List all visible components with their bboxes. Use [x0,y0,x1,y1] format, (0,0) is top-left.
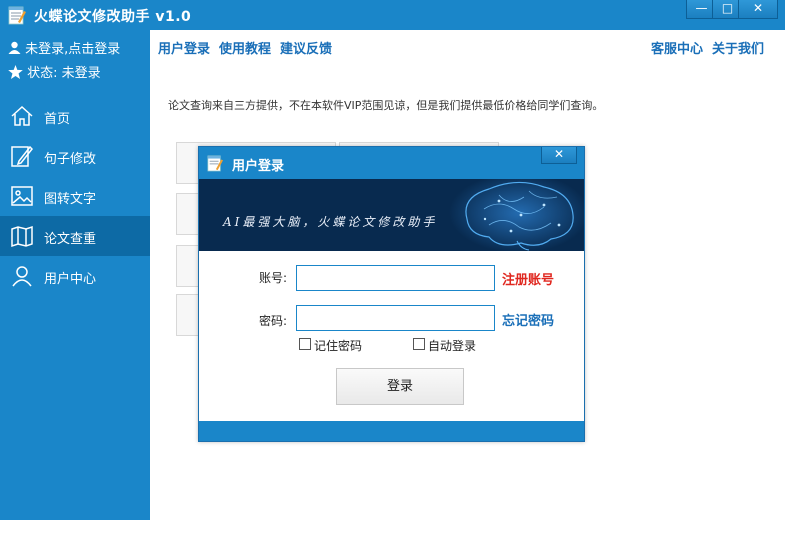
account-input[interactable] [296,265,495,291]
login-status-text: 未登录,点击登录 [25,42,121,57]
nav-label-image-to-text: 图转文字 [44,192,97,207]
link-user-login[interactable]: 用户登录 [158,42,210,57]
top-links-left: 用户登录 使用教程 建议反馈 [158,38,341,57]
notepad-icon [207,155,223,172]
login-button[interactable]: 登录 [336,368,464,405]
password-label: 密码: [259,314,288,328]
nav-item-home[interactable]: 首页 [0,96,150,136]
title-bar: 火蝶论文修改助手 v1.0 — □ ✕ [0,0,785,30]
notice-text: 论文查询来自三方提供，不在本软件VIP范围见谅，但是我们提供最低价格给同学们查询… [168,99,604,112]
nav-label-plagiarism-check: 论文查重 [44,232,97,247]
top-links-right: 客服中心 关于我们 [651,38,773,57]
state-line: 状态: 未登录 [8,62,101,81]
user-icon [8,41,21,54]
brain-banner: AI最强大脑，火蝶论文修改助手 [199,179,584,251]
account-label: 账号: [259,271,288,285]
link-about-us[interactable]: 关于我们 [712,42,764,57]
close-button[interactable]: ✕ [738,0,778,19]
map-icon [11,225,33,248]
login-dialog: 用户登录 ✕ AI最强大脑，火蝶论文修改助手 账号: 注册账号 密码: 忘记密码… [198,146,585,442]
dialog-close-button[interactable]: ✕ [541,147,577,164]
home-icon [11,105,33,126]
state-text: 状态: 未登录 [27,66,101,81]
login-status-link[interactable]: 未登录,点击登录 [8,38,120,57]
forgot-password-link[interactable]: 忘记密码 [502,310,554,329]
image-icon [11,186,33,206]
nav-item-sentence-edit[interactable]: 句子修改 [0,136,150,176]
app-window: 火蝶论文修改助手 v1.0 — □ ✕ 未登录,点击登录 状态: 未登录 首页 [0,0,785,540]
sidebar: 未登录,点击登录 状态: 未登录 首页 句子修改 图转文字 论文查重 用户中心 [0,30,150,520]
window-title: 火蝶论文修改助手 v1.0 [34,9,192,25]
dialog-title-bar: 用户登录 ✕ [199,147,584,179]
bottom-strip [150,520,785,540]
remember-password-checkbox[interactable] [299,338,311,350]
notepad-icon [8,6,26,25]
auto-login-checkbox[interactable] [413,338,425,350]
auto-login-label: 自动登录 [428,339,477,353]
link-customer-service[interactable]: 客服中心 [651,42,703,57]
nav-item-user-center[interactable]: 用户中心 [0,256,150,296]
nav-label-home: 首页 [44,112,71,127]
user-icon [12,266,32,287]
nav-item-image-to-text[interactable]: 图转文字 [0,176,150,216]
dialog-title: 用户登录 [232,159,285,174]
register-link[interactable]: 注册账号 [502,269,554,288]
edit-icon [11,145,34,167]
dialog-footer [199,421,584,441]
nav-label-user-center: 用户中心 [44,272,97,287]
remember-password-label: 记住密码 [314,339,363,353]
banner-slogan: AI最强大脑，火蝶论文修改助手 [223,215,438,229]
nav-item-plagiarism-check[interactable]: 论文查重 [0,216,150,256]
password-input[interactable] [296,305,495,331]
link-feedback[interactable]: 建议反馈 [280,42,332,57]
star-icon [8,65,23,79]
link-tutorial[interactable]: 使用教程 [219,42,271,57]
nav-label-sentence-edit: 句子修改 [44,152,97,167]
